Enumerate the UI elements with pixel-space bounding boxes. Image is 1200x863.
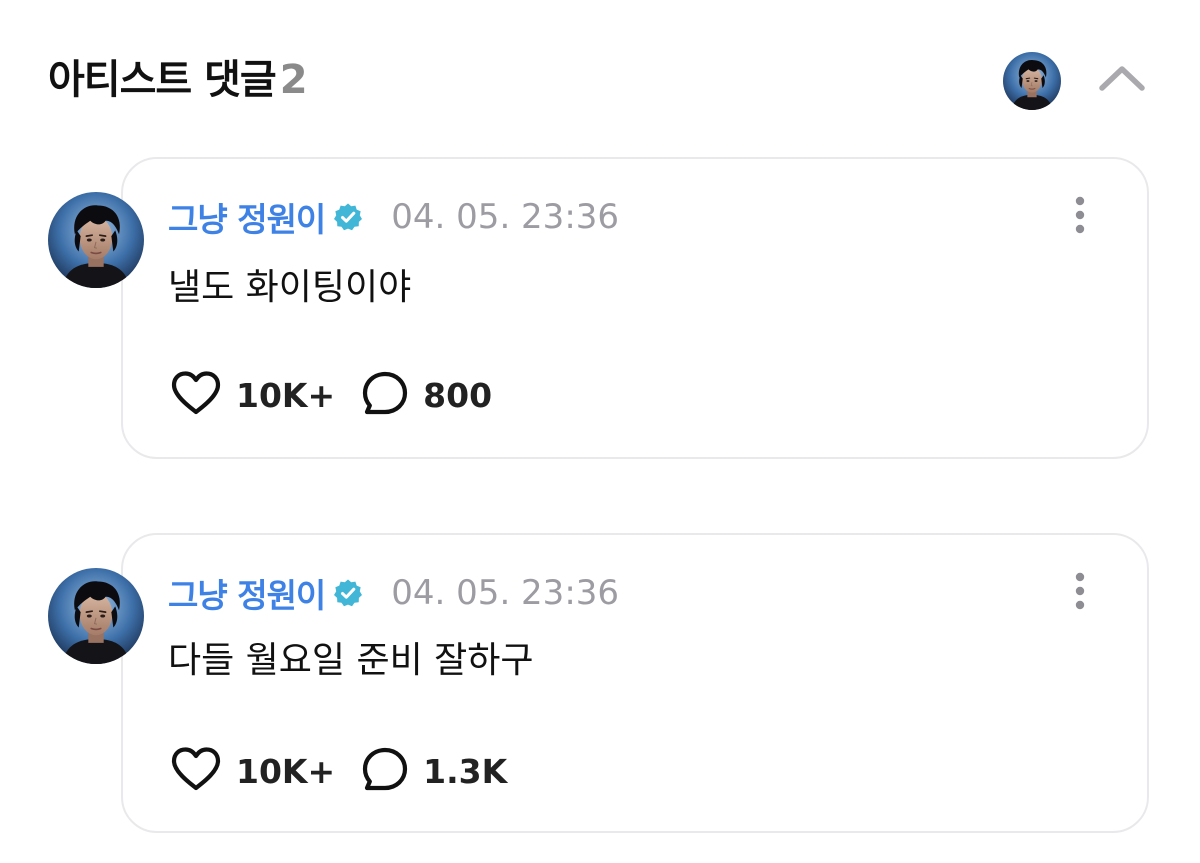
heart-icon <box>170 370 222 420</box>
verified-badge-icon <box>333 202 363 232</box>
chevron-up-icon <box>1098 64 1146 96</box>
more-options-button[interactable] <box>1064 567 1096 619</box>
commenter-avatar[interactable] <box>48 568 144 664</box>
like-button[interactable]: 10K+ <box>170 746 335 796</box>
comment-actions: 10K+ 800 <box>170 370 492 420</box>
collapse-button[interactable] <box>1096 60 1148 100</box>
artist-avatar[interactable] <box>1003 52 1061 110</box>
artist-comments-header: 아티스트 댓글 2 <box>48 52 1152 108</box>
reply-button[interactable]: 800 <box>361 370 492 420</box>
commenter-avatar[interactable] <box>48 192 144 288</box>
speech-bubble-icon <box>361 370 409 420</box>
like-count: 10K+ <box>236 375 336 415</box>
heart-icon <box>170 746 222 796</box>
comment-text: 다들 월요일 준비 잘하구 <box>168 640 534 681</box>
comment-actions: 10K+ 1.3K <box>170 746 507 796</box>
section-title: 아티스트 댓글 2 <box>48 52 308 108</box>
comment-timestamp: 04. 05. 23:36 <box>391 197 620 237</box>
reply-count: 1.3K <box>423 751 508 791</box>
comment-count: 2 <box>279 57 308 103</box>
like-count: 10K+ <box>236 751 336 791</box>
comment-text: 낼도 화이팅이야 <box>168 267 412 308</box>
comment-meta: 그냥 정원이 04. 05. 23:36 <box>168 567 619 619</box>
comment-timestamp: 04. 05. 23:36 <box>391 573 620 613</box>
verified-badge-icon <box>333 578 363 608</box>
like-button[interactable]: 10K+ <box>170 370 335 420</box>
author-name[interactable]: 그냥 정원이 <box>168 569 326 617</box>
reply-button[interactable]: 1.3K <box>361 746 507 796</box>
author-name[interactable]: 그냥 정원이 <box>168 193 326 241</box>
more-vertical-icon <box>1074 571 1086 615</box>
comment-meta: 그냥 정원이 04. 05. 23:36 <box>168 191 619 243</box>
section-title-text: 아티스트 댓글 <box>48 57 277 103</box>
reply-count: 800 <box>423 375 493 415</box>
more-vertical-icon <box>1074 195 1086 239</box>
more-options-button[interactable] <box>1064 191 1096 243</box>
speech-bubble-icon <box>361 746 409 796</box>
